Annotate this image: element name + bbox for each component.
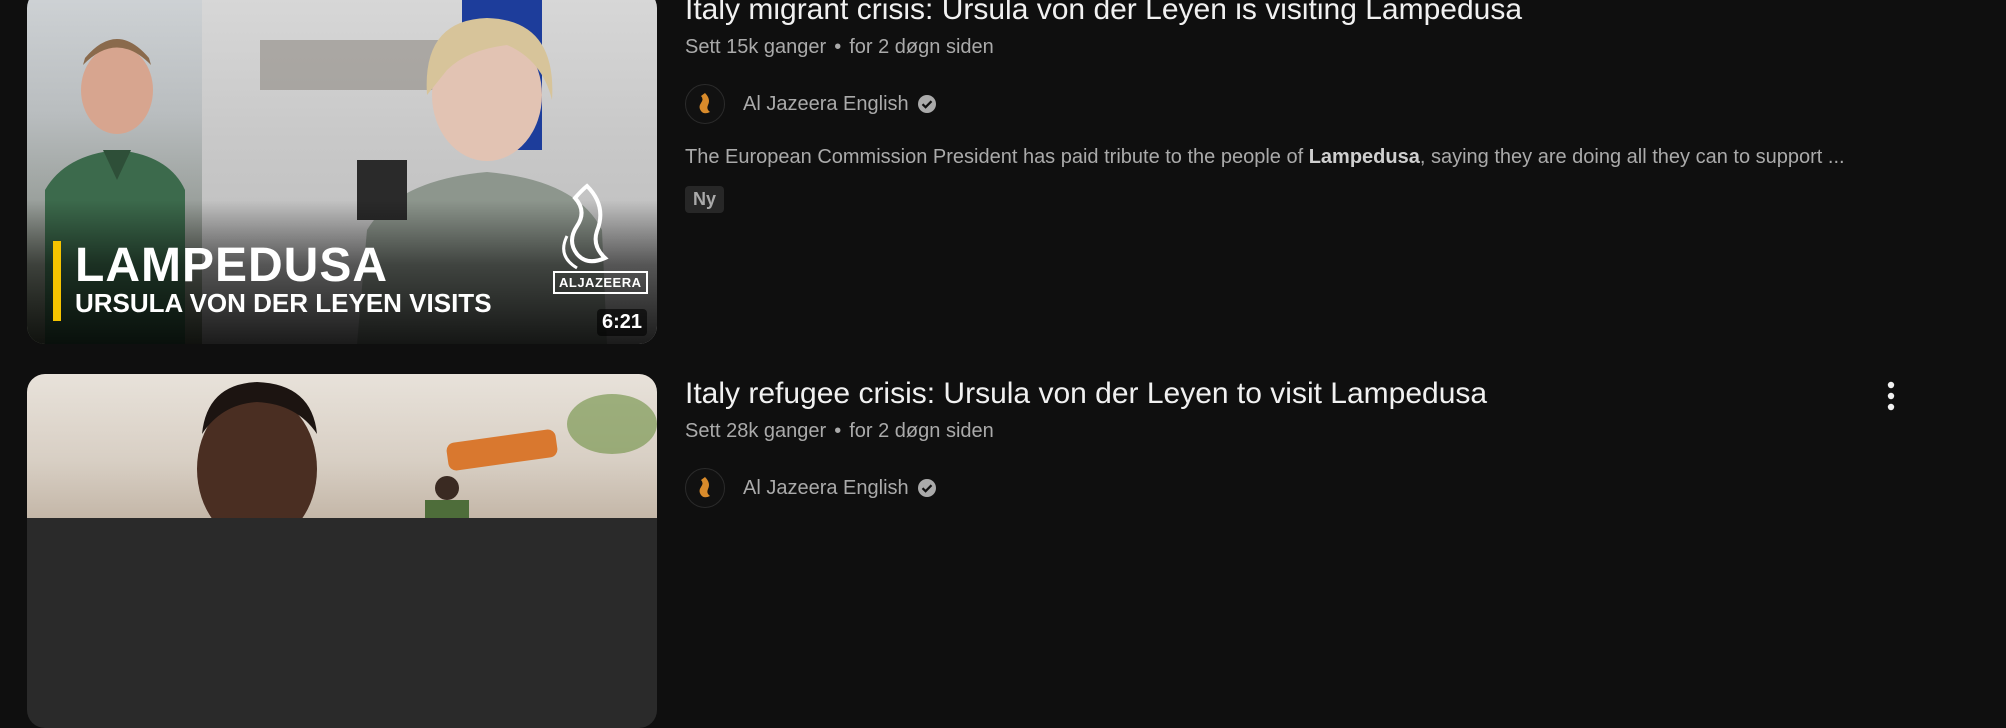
view-count: Sett 15k ganger: [685, 36, 827, 58]
channel-row[interactable]: Al Jazeera English: [685, 468, 937, 508]
video-metadata: Sett 28k ganger • for 2 døgn siden: [685, 418, 994, 444]
thumbnail-subheadline: URSULA VON DER LEYEN VISITS: [75, 288, 492, 318]
video-description: The European Commission President has pa…: [685, 146, 1845, 168]
more-actions-button[interactable]: [1871, 376, 1911, 416]
upload-age: for 2 døgn siden: [849, 420, 994, 442]
meta-separator: •: [834, 36, 842, 58]
al-jazeera-logo-icon: [562, 183, 609, 270]
thumbnail-headline: LAMPEDUSA: [75, 239, 389, 292]
verified-check-icon: [917, 479, 936, 497]
channel-watermark: ALJAZEERA: [553, 271, 648, 294]
video-duration: 6:21: [596, 309, 647, 336]
channel-avatar[interactable]: [685, 84, 725, 124]
highlighted-keyword: Lampedusa: [1308, 146, 1420, 168]
more-vert-icon: [1887, 381, 1895, 411]
video-thumbnail[interactable]: LAMPEDUSA URSULA VON DER LEYEN VISITS AL…: [27, 0, 657, 344]
upload-age: for 2 døgn siden: [849, 36, 994, 58]
video-thumbnail[interactable]: [27, 374, 657, 728]
video-metadata: Sett 15k ganger • for 2 døgn siden: [685, 34, 994, 60]
channel-avatar[interactable]: [685, 468, 725, 508]
channel-name[interactable]: Al Jazeera English: [743, 477, 909, 500]
verified-check-icon: [917, 95, 936, 113]
al-jazeera-logo-icon: [699, 477, 710, 498]
background-person: [425, 476, 469, 518]
accent-bar: [53, 241, 61, 321]
new-badge: Ny: [685, 186, 725, 213]
channel-row[interactable]: Al Jazeera English: [685, 84, 937, 124]
channel-name[interactable]: Al Jazeera English: [743, 93, 909, 116]
person-figure: [197, 382, 317, 518]
video-title[interactable]: Italy migrant crisis: Ursula von der Ley…: [685, 0, 1522, 30]
video-title[interactable]: Italy refugee crisis: Ursula von der Ley…: [685, 374, 1487, 414]
meta-separator: •: [834, 420, 842, 442]
view-count: Sett 28k ganger: [685, 420, 827, 442]
al-jazeera-logo-icon: [699, 93, 710, 114]
